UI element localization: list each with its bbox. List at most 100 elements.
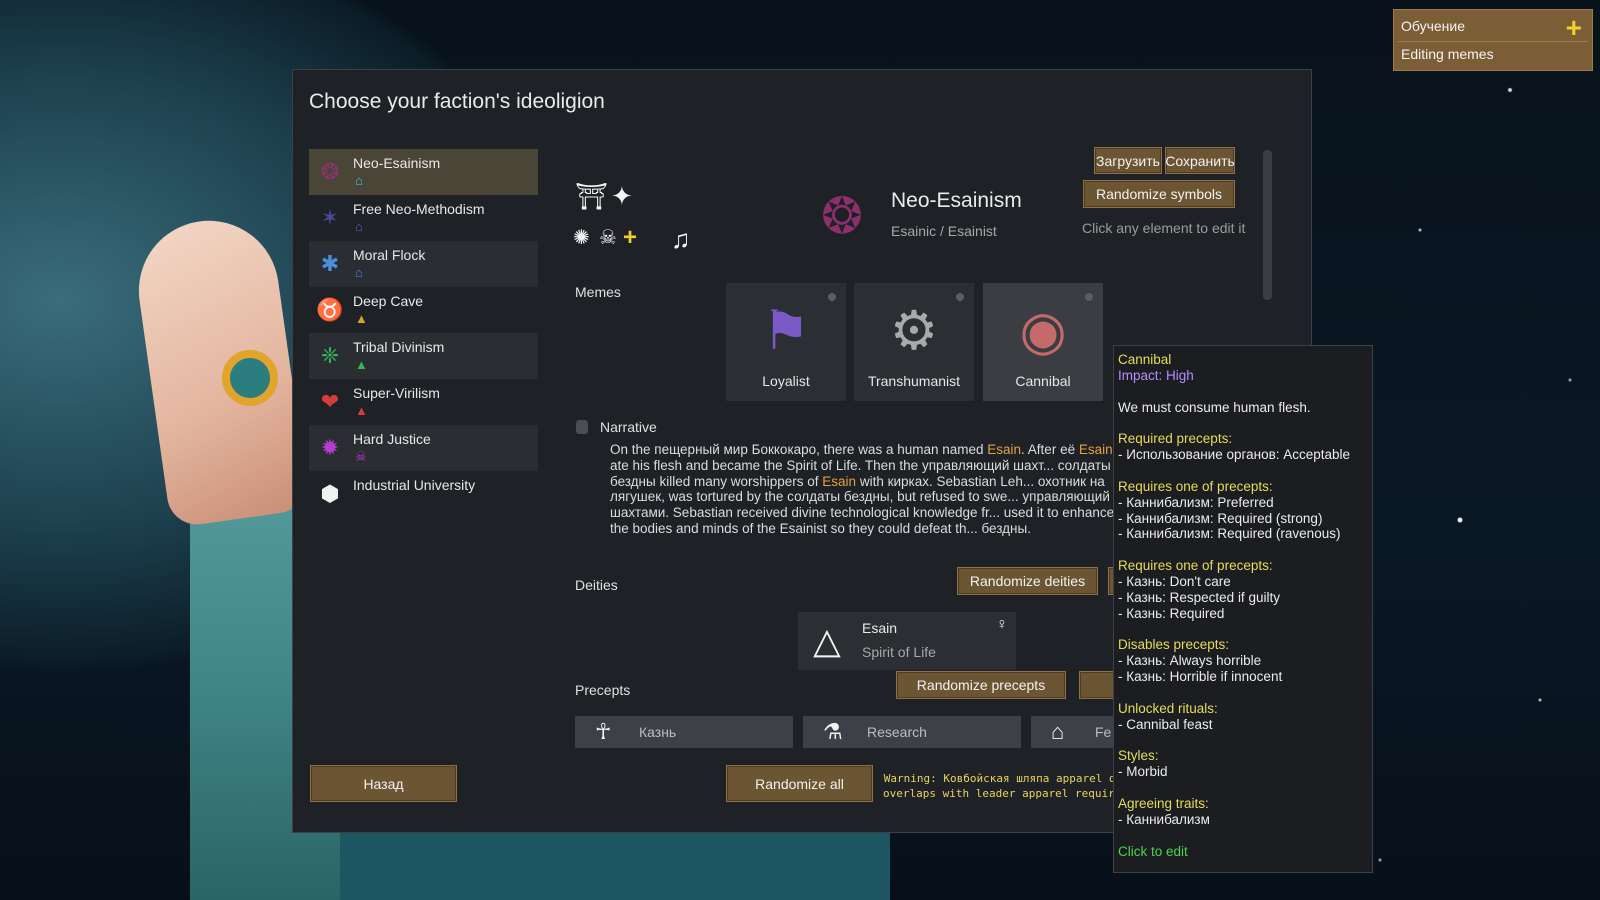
tooltip-section-header: Required precepts: (1118, 431, 1233, 447)
edit-hint: Click any element to edit it (1082, 220, 1246, 236)
faction-list: ❂ Neo-Esainism ⌂ ✶ Free Neo-Methodism ⌂ ✱ Moral… (309, 149, 538, 517)
gear-icon: ⚙ (889, 300, 939, 361)
faction-item[interactable]: ✱ Moral Flock ⌂ (309, 241, 538, 287)
add-symbol-plus-icon[interactable]: + (623, 226, 637, 250)
faction-name: Super-Virilism (353, 385, 440, 401)
apparel-warning: Warning: Ковбойская шляпа apparel de ove… (883, 771, 1123, 805)
faction-name: Neo-Esainism (353, 155, 441, 171)
tooltip-section-header: Requires one of precepts: (1118, 478, 1273, 494)
tooltip-section-item: - Казнь: Respected if guilty (1118, 589, 1280, 605)
precept-card-execution[interactable]: ☥ Казнь (575, 716, 793, 748)
ideo-symbol-skull-icon[interactable]: ☠ (599, 228, 617, 248)
meme-tooltip: Cannibal Impact: High We must consume hu… (1113, 345, 1373, 873)
hanger-icon: ⌂ (1051, 719, 1065, 744)
tooltip-section-item: - Казнь: Always horrible (1118, 653, 1262, 669)
precept-card-research[interactable]: ⚗ Research (803, 716, 1021, 748)
faction-emblem-icon: ✶ (320, 205, 340, 230)
meme-label: Transhumanist (867, 373, 961, 389)
deity-card[interactable]: △ Esain Spirit of Life ♀ (798, 612, 1016, 670)
ideo-symbol-diamond-icon[interactable]: ✦ (611, 183, 633, 209)
faction-type-icon: ☠ (355, 449, 367, 464)
tooltip-section-header: Disables precepts: (1118, 637, 1230, 653)
faction-name: Hard Justice (353, 431, 431, 447)
tooltip-section-header: Styles: (1118, 748, 1159, 764)
tooltip-section-item: - Казнь: Don't care (1118, 573, 1231, 589)
ideo-symbol-temple-icon[interactable]: ⛩ (575, 183, 608, 209)
faction-name: Tribal Divinism (353, 339, 445, 355)
faction-name: Moral Flock (353, 247, 426, 263)
randomize-symbols-button[interactable]: Randomize symbols (1083, 180, 1235, 208)
background-bracelet (222, 350, 278, 406)
scrollbar-thumb[interactable] (1263, 150, 1272, 300)
faction-item[interactable]: ❈ Tribal Divinism ▲ (309, 333, 538, 379)
ideoligion-adjective[interactable]: Esainic / Esainist (891, 223, 997, 239)
meme-card-cannibal[interactable]: ◉ Cannibal (983, 283, 1103, 401)
precept-name: Казнь (639, 724, 677, 740)
tooltip-section-item: - Каннибализм: Preferred (1118, 494, 1274, 510)
tooltip-title: Cannibal (1118, 352, 1172, 367)
save-button[interactable]: Сохранить (1165, 147, 1235, 174)
tooltip-section-item: - Казнь: Required (1118, 605, 1225, 621)
flag-icon: ⚑ (761, 300, 811, 361)
precept-name: Research (867, 724, 927, 740)
tooltip-section-item: - Morbid (1118, 764, 1168, 780)
meme-card-loyalist[interactable]: ⚑ Loyalist (726, 283, 846, 401)
faction-item[interactable]: ❤ Super-Virilism ▲ (309, 379, 538, 425)
ideoligion-emblem-icon[interactable]: ❂ (812, 186, 872, 246)
tooltip-section-header: Unlocked rituals: (1118, 700, 1218, 716)
randomize-all-button[interactable]: Randomize all (726, 765, 873, 802)
triangle-icon: △ (813, 620, 841, 661)
deities-label: Deities (575, 577, 618, 593)
faction-item[interactable]: ✶ Free Neo-Methodism ⌂ (309, 195, 538, 241)
learning-item[interactable]: Editing memes (1401, 46, 1494, 62)
meme-card-transhumanist[interactable]: ⚙ Transhumanist (854, 283, 974, 401)
tooltip-section-item: - Каннибализм: Required (strong) (1118, 510, 1323, 526)
noose-icon: ☥ (595, 719, 612, 744)
ideo-symbol-sun-icon[interactable]: ✺ (573, 228, 590, 248)
narrative-segment: . After её (1021, 442, 1079, 457)
divider (1398, 41, 1588, 42)
flask-icon: ⚗ (823, 719, 843, 744)
precept-card-partial[interactable]: ⌂ Fe (1031, 716, 1121, 748)
narrative-highlight: Esain (1078, 442, 1113, 457)
narrative-highlight: Esain (822, 473, 857, 489)
randomize-deities-button[interactable]: Randomize deities (957, 567, 1098, 595)
tooltip-section-header: Requires one of precepts: (1118, 558, 1273, 574)
narrative-label: Narrative (600, 419, 657, 435)
warning-line-2: overlaps with leader apparel requirem (883, 787, 1123, 800)
faction-emblem-icon: ❤ (320, 389, 340, 414)
tooltip-section-item: - Каннибализм: Required (ravenous) (1118, 526, 1341, 542)
meme-label: Loyalist (762, 373, 810, 389)
load-button[interactable]: Загрузить (1094, 147, 1162, 174)
warning-line-1: Warning: Ковбойская шляпа apparel de (883, 772, 1123, 785)
faction-name: Industrial University (353, 477, 476, 493)
narrative-text[interactable]: On the пещерный мир Боккокаро, there was… (610, 442, 1115, 554)
memes-label: Memes (575, 284, 621, 300)
tooltip-section-header: Agreeing traits: (1118, 795, 1209, 811)
background-character-arm (129, 211, 311, 529)
tooltip-footer[interactable]: Click to edit (1118, 844, 1368, 860)
ideoligion-name[interactable]: Neo-Esainism (891, 189, 1022, 213)
faction-item[interactable]: ⬢ Industrial University (309, 471, 538, 517)
faction-type-icon: ▲ (355, 357, 368, 372)
plus-icon[interactable]: + (1566, 12, 1582, 44)
mouth-icon: ◉ (1019, 300, 1067, 361)
randomize-precepts-button[interactable]: Randomize precepts (896, 671, 1066, 699)
meme-label: Cannibal (1015, 373, 1071, 389)
faction-emblem-icon: ⬢ (320, 481, 340, 506)
back-button[interactable]: Назад (310, 765, 457, 802)
learning-panel[interactable]: Обучение + Editing memes (1393, 9, 1593, 71)
faction-type-icon: ⌂ (355, 173, 363, 188)
tooltip-sections: Required precepts: - Использование органо… (1118, 431, 1368, 843)
faction-item[interactable]: ✹ Hard Justice ☠ (309, 425, 538, 471)
lock-icon[interactable] (576, 420, 588, 434)
faction-name: Free Neo-Methodism (353, 201, 485, 217)
faction-emblem-icon: ✱ (320, 251, 340, 276)
faction-item[interactable]: ❂ Neo-Esainism ⌂ (309, 149, 538, 195)
ideo-music-icon[interactable]: ♫ (671, 226, 691, 252)
deity-name: Esain (862, 620, 898, 636)
faction-item[interactable]: ♉ Deep Cave ▲ (309, 287, 538, 333)
tooltip-section-item: - Cannibal feast (1118, 716, 1213, 732)
learning-title: Обучение (1401, 18, 1466, 34)
tooltip-section-item: - Каннибализм (1118, 811, 1210, 827)
